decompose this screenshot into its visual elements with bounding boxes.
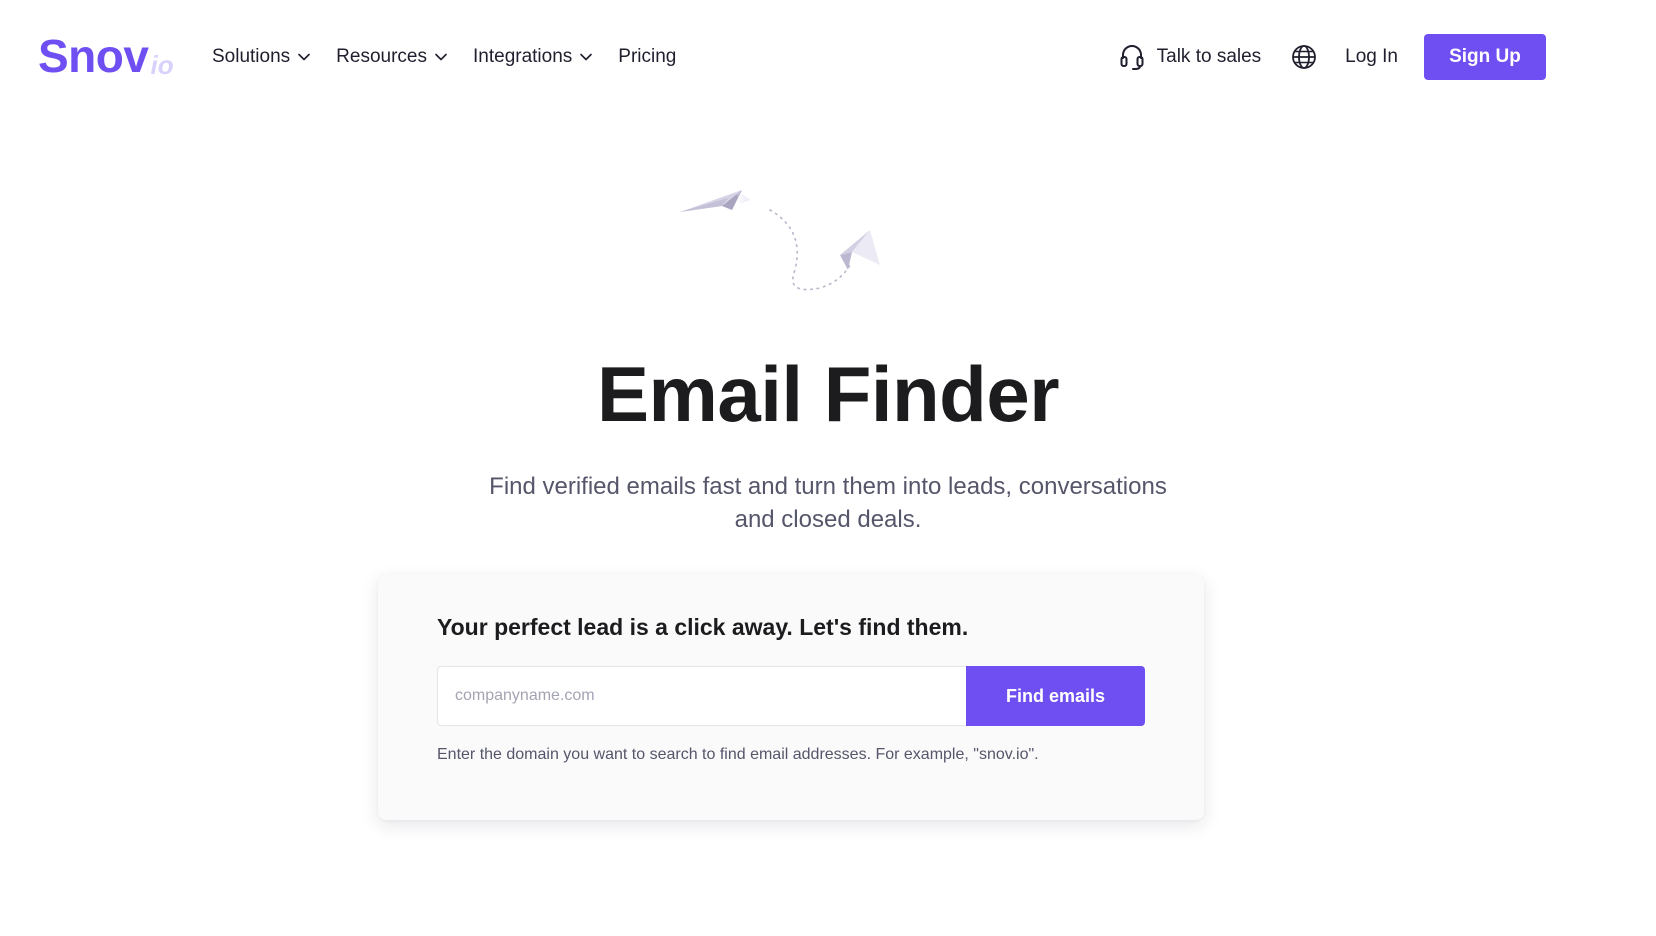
logo[interactable]: Snov io <box>38 30 174 82</box>
sign-up-button[interactable]: Sign Up <box>1424 34 1546 80</box>
nav-item-label: Integrations <box>473 46 573 67</box>
login-link[interactable]: Log In <box>1345 46 1398 68</box>
main-nav: Solutions Resources Integrations Pricing <box>212 38 676 76</box>
nav-item-solutions[interactable]: Solutions <box>212 38 310 76</box>
nav-item-resources[interactable]: Resources <box>336 38 447 76</box>
search-hint: Enter the domain you want to search to f… <box>437 746 1039 763</box>
chevron-down-icon <box>580 53 593 61</box>
chevron-down-icon <box>298 53 310 61</box>
find-emails-button[interactable]: Find emails <box>966 666 1145 726</box>
nav-item-label: Resources <box>336 46 427 67</box>
paper-planes-illustration <box>670 170 910 300</box>
email-search-card: Your perfect lead is a click away. Let's… <box>378 574 1204 820</box>
header-actions: Talk to sales Log In Sign Up <box>1119 34 1546 80</box>
chevron-down-icon <box>435 53 447 61</box>
site-header: Snov io Solutions Resources Integrations <box>0 0 1656 112</box>
globe-icon[interactable] <box>1291 44 1317 70</box>
search-card-heading: Your perfect lead is a click away. Let's… <box>437 614 969 640</box>
domain-input[interactable] <box>437 666 966 726</box>
talk-to-sales-label: Talk to sales <box>1156 46 1262 67</box>
nav-item-integrations[interactable]: Integrations <box>473 38 593 76</box>
logo-text: Snov <box>38 30 149 82</box>
logo-suffix: io <box>150 50 174 80</box>
nav-item-label: Pricing <box>618 46 677 67</box>
headset-icon <box>1119 43 1145 71</box>
page-subtitle: Find verified emails fast and turn them … <box>489 473 1167 533</box>
talk-to-sales-link[interactable]: Talk to sales <box>1119 43 1262 71</box>
page-title: Email Finder <box>596 350 1060 438</box>
nav-item-pricing[interactable]: Pricing <box>618 38 676 76</box>
page: Snov io Solutions Resources Integrations <box>0 0 1656 936</box>
search-form: Find emails <box>437 666 1145 726</box>
nav-item-label: Solutions <box>212 46 291 67</box>
